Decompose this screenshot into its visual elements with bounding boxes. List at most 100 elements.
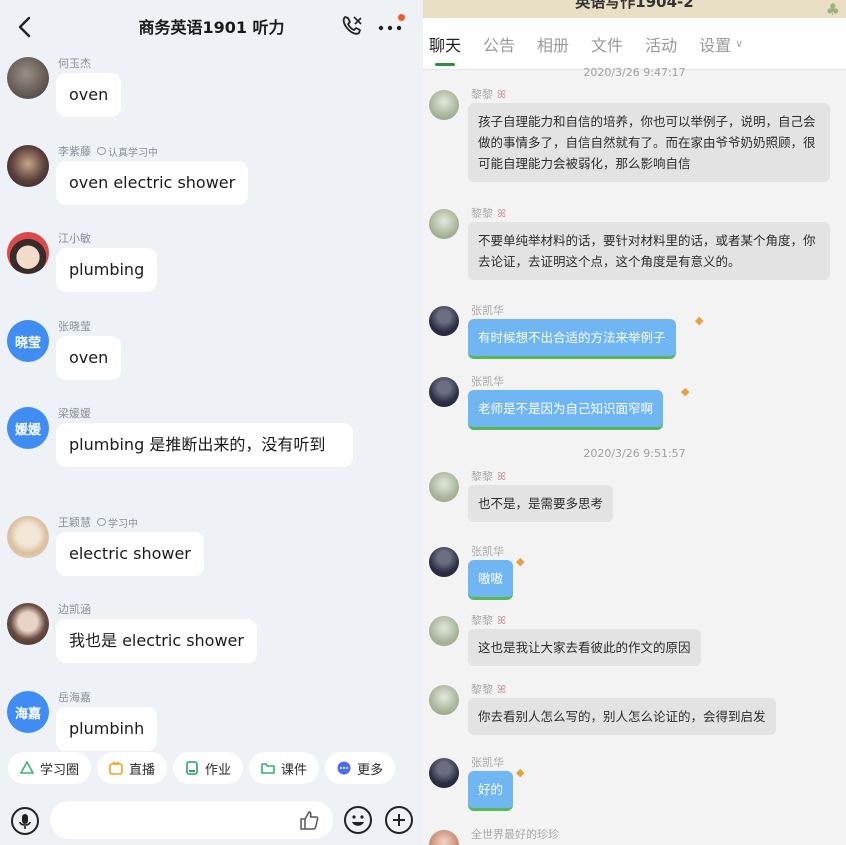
thumbs-up-icon[interactable] bbox=[298, 809, 320, 831]
avatar[interactable] bbox=[7, 57, 49, 99]
sender-name: 张晓莹 bbox=[58, 320, 91, 333]
chat-bubble-icon bbox=[97, 518, 106, 526]
sender-name: 张凯华 bbox=[471, 304, 504, 317]
chat-bubble-icon bbox=[97, 147, 106, 155]
kite-icon: ◆ bbox=[516, 766, 525, 779]
message-bubble[interactable]: 你去看别人怎么写的，别人怎么论证的，会得到启发 bbox=[468, 698, 776, 735]
avatar[interactable] bbox=[7, 232, 49, 274]
avatar[interactable] bbox=[429, 616, 459, 646]
avatar[interactable] bbox=[7, 516, 49, 558]
tab-activity[interactable]: 活动 bbox=[645, 18, 677, 70]
emoji-icon[interactable] bbox=[343, 805, 373, 835]
kite-icon: ◆ bbox=[516, 555, 525, 568]
group-tabs: 聊天 公告 相册 文件 活动 设置 ∨ bbox=[423, 18, 846, 70]
message-input-bar bbox=[0, 797, 423, 845]
tab-settings[interactable]: 设置 ∨ bbox=[699, 18, 743, 70]
chat-header: 商务英语1901 听力 bbox=[0, 0, 423, 52]
tool-live[interactable]: 直播 bbox=[97, 752, 168, 784]
chat-title: 商务英语1901 听力 bbox=[138, 18, 285, 37]
tool-more[interactable]: 更多 bbox=[325, 752, 396, 784]
message-bubble[interactable]: 老师是不是因为自己知识面窄啊 bbox=[468, 390, 664, 430]
message-bubble[interactable]: plumbing 是推断出来的，没有听到 bbox=[56, 423, 353, 467]
avatar[interactable] bbox=[429, 377, 459, 407]
avatar[interactable]: 晓莹 bbox=[7, 320, 49, 362]
rabbit-icon: ꕤ bbox=[497, 207, 507, 220]
sender-name: 张凯华 bbox=[471, 375, 504, 388]
kite-icon: ◆ bbox=[695, 314, 704, 327]
sender-name: 岳海嘉 bbox=[58, 691, 91, 704]
sender-name: 黎黎 ꕤ bbox=[471, 470, 507, 483]
avatar[interactable] bbox=[7, 603, 49, 645]
message-bubble[interactable]: oven bbox=[56, 336, 122, 380]
group-title-bar: 英语写作1904-2 ♣ bbox=[423, 0, 846, 18]
sender-name: 黎黎 ꕤ bbox=[471, 683, 507, 696]
message-bubble[interactable]: 不要单纯举材料的话，要针对材料里的话，或者某个角度，你去论证，去证明这个点，这个… bbox=[468, 222, 830, 280]
sender-name: 边凯涵 bbox=[58, 603, 91, 616]
avatar[interactable] bbox=[429, 306, 459, 336]
study-circle-icon bbox=[20, 761, 34, 774]
rabbit-icon: ꕤ bbox=[497, 88, 507, 101]
right-chat-panel: 英语写作1904-2 ♣ 聊天 公告 相册 文件 活动 设置 ∨ 2020/3/2… bbox=[423, 0, 846, 845]
message-bubble[interactable]: 孩子自理能力和自信的培养，你也可以举例子，说明，自己会做的事情多了，自信自然就有… bbox=[468, 103, 830, 182]
message-bubble[interactable]: oven bbox=[56, 73, 122, 117]
courseware-icon bbox=[261, 763, 275, 774]
timestamp: 2020/3/26 9:51:57 bbox=[583, 447, 686, 460]
avatar[interactable] bbox=[429, 209, 459, 239]
tool-courseware[interactable]: 课件 bbox=[249, 752, 320, 784]
message-bubble[interactable]: plumbing bbox=[56, 248, 158, 292]
rabbit-icon: ꕤ bbox=[497, 470, 507, 483]
tool-study-circle[interactable]: 学习圈 bbox=[8, 752, 92, 784]
message-bubble[interactable]: electric shower bbox=[56, 532, 204, 576]
plus-icon[interactable] bbox=[384, 805, 414, 835]
sender-name: 江小敏 bbox=[58, 232, 91, 245]
timestamp: 2020/3/26 9:47:17 bbox=[583, 66, 686, 79]
status-badge: 学习中 bbox=[97, 515, 138, 530]
avatar[interactable] bbox=[429, 90, 459, 120]
tab-announcement[interactable]: 公告 bbox=[483, 18, 515, 70]
tab-files[interactable]: 文件 bbox=[591, 18, 623, 70]
sender-name: 张凯华 bbox=[471, 756, 504, 769]
sender-name: 黎黎 ꕤ bbox=[471, 207, 507, 220]
sender-name: 李紫藤 认真学习中 bbox=[58, 144, 158, 159]
quick-tools-bar: 学习圈 直播 作业 课件 更多 bbox=[0, 752, 423, 790]
microphone-icon[interactable] bbox=[10, 806, 40, 836]
message-bubble[interactable]: plumbinh bbox=[56, 707, 158, 751]
rabbit-icon: ꕤ bbox=[497, 683, 507, 696]
tool-homework[interactable]: 作业 bbox=[173, 752, 244, 784]
voice-call-icon[interactable] bbox=[339, 13, 365, 39]
sender-name: 黎黎 ꕤ bbox=[471, 88, 507, 101]
live-icon bbox=[109, 761, 123, 775]
tab-album[interactable]: 相册 bbox=[537, 18, 569, 70]
message-bubble[interactable]: 嗷嗷 bbox=[468, 560, 514, 600]
avatar[interactable] bbox=[7, 145, 49, 187]
kite-icon: ◆ bbox=[681, 385, 690, 398]
message-bubble[interactable]: 我也是 electric shower bbox=[56, 619, 257, 663]
sender-name: 梁媛媛 bbox=[58, 407, 91, 420]
sender-name: 何玉杰 bbox=[58, 57, 91, 70]
avatar[interactable] bbox=[429, 758, 459, 788]
homework-icon bbox=[186, 761, 198, 775]
message-bubble[interactable]: 也不是，是需要多思考 bbox=[468, 485, 614, 522]
message-bubble[interactable]: 好的 bbox=[468, 771, 514, 811]
chevron-down-icon: ∨ bbox=[735, 37, 744, 50]
tab-chat[interactable]: 聊天 bbox=[429, 18, 461, 70]
status-badge: 认真学习中 bbox=[97, 144, 158, 159]
message-input[interactable] bbox=[50, 801, 333, 839]
group-title: 英语写作1904-2 bbox=[575, 0, 694, 11]
sender-name: 王颖慧 学习中 bbox=[58, 515, 138, 530]
message-bubble[interactable]: oven electric shower bbox=[56, 161, 249, 205]
avatar[interactable] bbox=[429, 685, 459, 715]
more-icon bbox=[337, 761, 351, 775]
message-bubble[interactable]: 这也是我让大家去看彼此的作文的原因 bbox=[468, 629, 701, 666]
message-bubble[interactable]: 有时候想不出合适的方法来举例子 bbox=[468, 319, 676, 359]
avatar[interactable] bbox=[429, 830, 459, 845]
avatar[interactable] bbox=[429, 472, 459, 502]
rabbit-icon: ꕤ bbox=[497, 614, 507, 627]
sender-name: 张凯华 bbox=[471, 545, 504, 558]
avatar[interactable] bbox=[429, 547, 459, 577]
notification-dot bbox=[398, 14, 405, 21]
avatar[interactable]: 海嘉 bbox=[7, 691, 49, 733]
back-arrow-icon[interactable] bbox=[12, 14, 38, 40]
avatar[interactable]: 媛媛 bbox=[7, 407, 49, 449]
sender-name: 黎黎 ꕤ bbox=[471, 614, 507, 627]
